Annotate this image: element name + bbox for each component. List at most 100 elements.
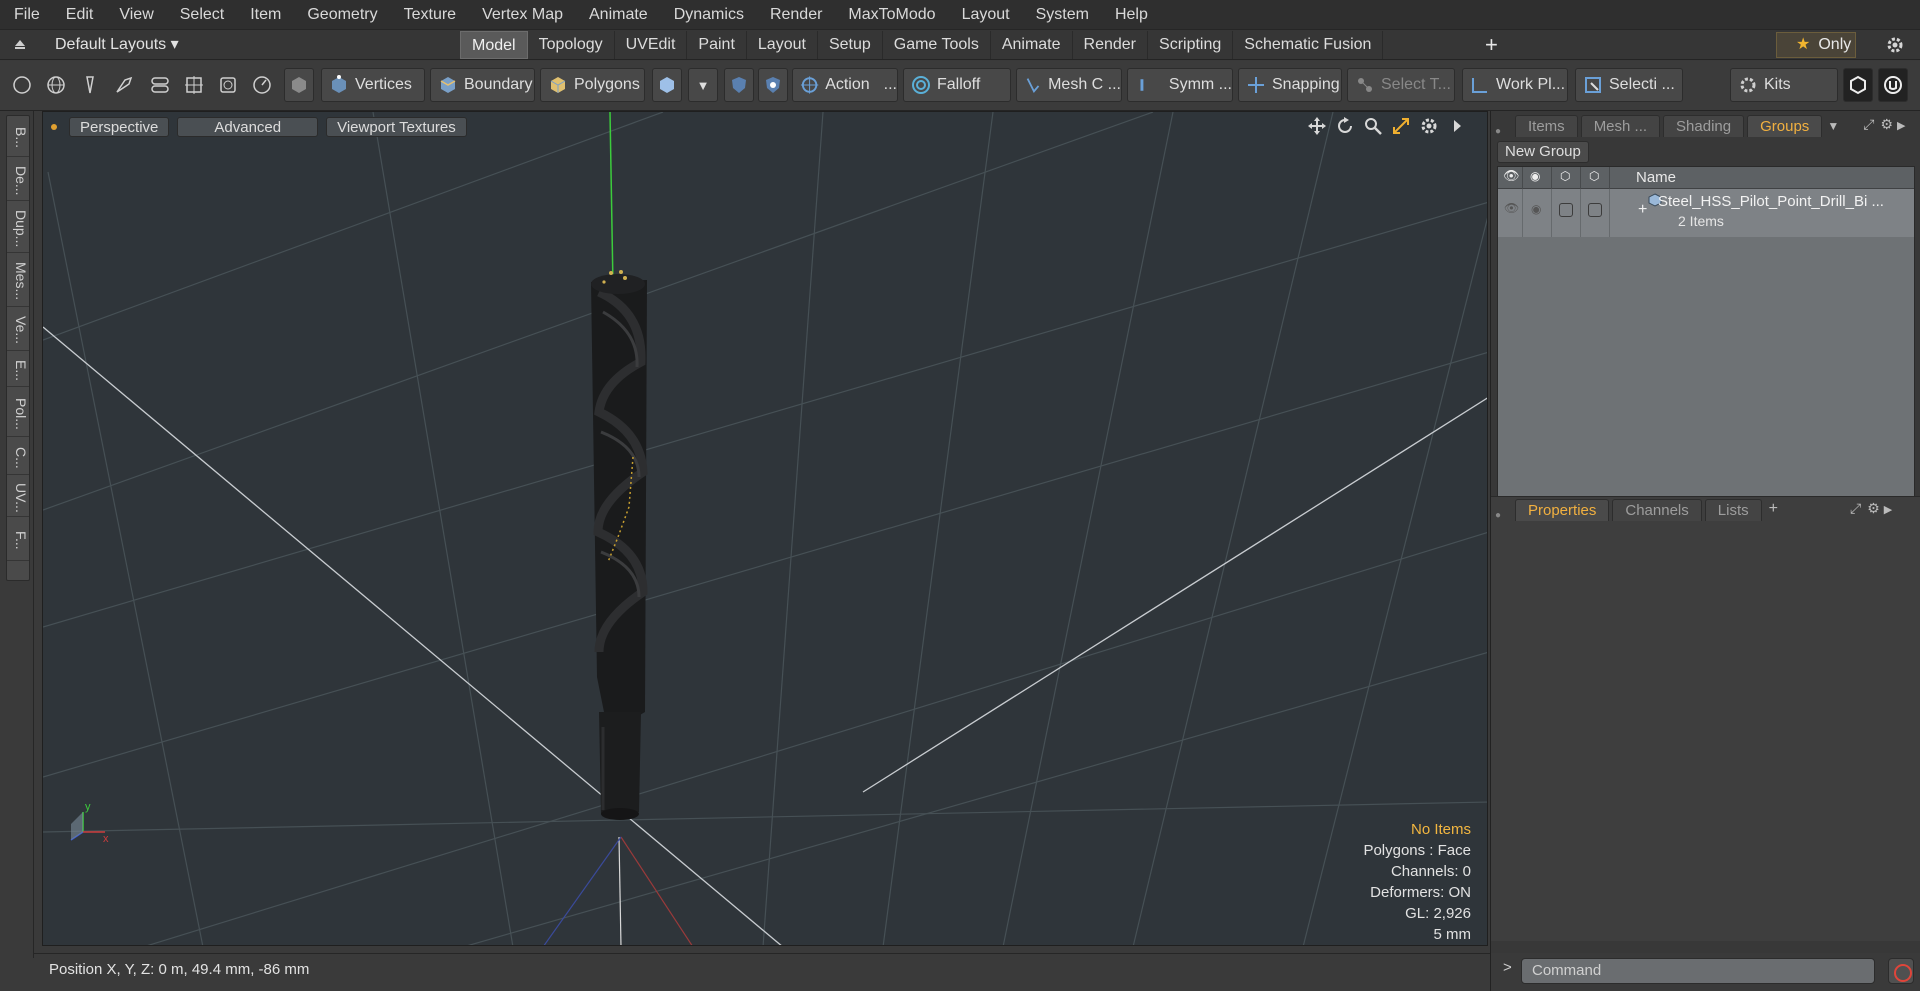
tab-setup[interactable]: Setup <box>818 31 883 59</box>
tab-schematic-fusion[interactable]: Schematic Fusion <box>1233 31 1384 59</box>
props-arrow-icon[interactable]: ▶ <box>1884 503 1892 516</box>
sphere-button[interactable] <box>42 68 70 102</box>
render-icon[interactable]: ◉ <box>1530 169 1540 183</box>
zoom-view-icon[interactable] <box>1363 116 1383 136</box>
menu-render[interactable]: Render <box>756 0 834 30</box>
rotate-view-icon[interactable] <box>1335 116 1355 136</box>
grid-button[interactable] <box>180 68 208 102</box>
maximize-view-icon[interactable] <box>1391 116 1411 136</box>
clock-button[interactable] <box>248 68 276 102</box>
row-lock-checkbox[interactable] <box>1559 203 1573 217</box>
default-layouts-dropdown[interactable]: Default Layouts ▾ <box>55 30 179 60</box>
tab-uvedit[interactable]: UVEdit <box>615 31 688 59</box>
tabs-dropdown-icon[interactable]: ▼ <box>1827 119 1839 133</box>
menu-system[interactable]: System <box>1022 0 1101 30</box>
lock-icon[interactable]: ⬡ <box>1560 169 1570 183</box>
workplane-button[interactable]: Work Pl... <box>1462 68 1568 102</box>
props-gear-icon[interactable]: ⚙ <box>1867 500 1880 517</box>
viewport-gear-icon[interactable] <box>1419 116 1439 136</box>
expand-icon[interactable]: ⤢ <box>1863 116 1874 133</box>
left-tab-deform[interactable]: De... <box>7 161 29 201</box>
new-group-button[interactable]: New Group <box>1497 141 1589 163</box>
3d-viewport[interactable]: y x Perspective Advanced Viewport Textur… <box>42 111 1488 946</box>
visibility-eye-icon[interactable]: 👁 <box>1503 168 1520 184</box>
selection-sets-button[interactable]: Selecti ... <box>1575 68 1683 102</box>
row-eye-icon[interactable]: 👁 <box>1504 201 1519 215</box>
symmetry-button[interactable]: Symm ... <box>1127 68 1233 102</box>
viewport-textures-button[interactable]: Viewport Textures <box>326 117 467 137</box>
left-tab-edge[interactable]: E... <box>7 355 29 387</box>
left-tab-curve[interactable]: C... <box>7 441 29 475</box>
drill-bit-model[interactable] <box>591 270 648 820</box>
items-mode-button[interactable] <box>284 68 314 102</box>
frame-button[interactable] <box>214 68 242 102</box>
tab-mesh[interactable]: Mesh ... <box>1580 115 1661 137</box>
brush-button[interactable] <box>110 68 138 102</box>
add-tab-plus-icon[interactable]: + <box>1769 500 1778 518</box>
action-center-button[interactable]: Action... <box>792 68 898 102</box>
kits-button[interactable]: Kits <box>1730 68 1838 102</box>
menu-geometry[interactable]: Geometry <box>293 0 389 30</box>
select-circle-button[interactable] <box>8 68 36 102</box>
left-tab-fusion[interactable]: F... <box>7 521 29 561</box>
tab-channels[interactable]: Channels <box>1612 499 1702 521</box>
menu-maxtomodo[interactable]: MaxToModo <box>834 0 947 30</box>
command-input[interactable]: Command <box>1521 958 1875 984</box>
tab-topology[interactable]: Topology <box>528 31 615 59</box>
expand-plus-icon[interactable]: + <box>1638 201 1647 219</box>
collapse-up-icon[interactable] <box>12 36 28 52</box>
move-view-icon[interactable] <box>1307 116 1327 136</box>
panel-arrow-icon[interactable]: ▶ <box>1897 119 1905 132</box>
group-row[interactable]: 👁 ◉ + Steel_HSS_Pilot_Point_Drill_Bi ...… <box>1498 189 1914 237</box>
tab-properties[interactable]: Properties <box>1515 499 1610 521</box>
row-render-icon[interactable]: ◉ <box>1531 202 1541 216</box>
unreal-button[interactable] <box>1878 68 1908 102</box>
pen-button[interactable] <box>76 68 104 102</box>
select-icon[interactable]: ⬡ <box>1589 169 1599 183</box>
shield-select-button[interactable] <box>758 68 788 102</box>
menu-file[interactable]: File <box>0 0 52 30</box>
polygons-button[interactable]: Polygons <box>540 68 645 102</box>
menu-edit[interactable]: Edit <box>52 0 106 30</box>
tab-game-tools[interactable]: Game Tools <box>883 31 991 59</box>
mesh-constraints-button[interactable]: Mesh C ... <box>1016 68 1122 102</box>
tab-lists[interactable]: Lists <box>1704 499 1762 521</box>
only-toggle[interactable]: ★ Only <box>1776 32 1856 58</box>
menu-view[interactable]: View <box>105 0 165 30</box>
left-tab-vertex[interactable]: Ve... <box>7 311 29 351</box>
tab-scripting[interactable]: Scripting <box>1148 31 1234 59</box>
viewport-menu-dot-icon[interactable] <box>51 124 57 130</box>
tab-paint[interactable]: Paint <box>687 31 747 59</box>
play-arrow-icon[interactable] <box>1447 116 1467 136</box>
mode-dropdown[interactable]: ▼ <box>688 68 718 102</box>
record-macro-button[interactable] <box>1888 958 1914 984</box>
name-column-header[interactable]: Name <box>1636 169 1676 186</box>
left-tab-uv[interactable]: UV... <box>7 479 29 517</box>
row-select-checkbox[interactable] <box>1588 203 1602 217</box>
menu-item[interactable]: Item <box>236 0 293 30</box>
menu-help[interactable]: Help <box>1101 0 1160 30</box>
snapping-button[interactable]: Snapping <box>1238 68 1342 102</box>
menu-dynamics[interactable]: Dynamics <box>660 0 756 30</box>
select-through-button[interactable]: Select T... <box>1347 68 1455 102</box>
tab-shading[interactable]: Shading <box>1663 115 1745 137</box>
panel-gear-icon[interactable]: ⚙ <box>1880 116 1893 133</box>
menu-vertex-map[interactable]: Vertex Map <box>468 0 575 30</box>
menu-layout[interactable]: Layout <box>948 0 1022 30</box>
tab-render[interactable]: Render <box>1073 31 1149 59</box>
vertices-button[interactable]: Vertices <box>321 68 425 102</box>
panel-dot-icon[interactable]: ● <box>1491 126 1507 137</box>
tab-layout[interactable]: Layout <box>747 31 818 59</box>
perspective-button[interactable]: Perspective <box>69 117 170 137</box>
loop-button[interactable] <box>146 68 174 102</box>
boundary-button[interactable]: Boundary <box>430 68 535 102</box>
left-tab-polygon[interactable]: Pol... <box>7 391 29 437</box>
left-tab-duplicate[interactable]: Dup... <box>7 205 29 253</box>
menu-texture[interactable]: Texture <box>390 0 468 30</box>
falloff-button[interactable]: Falloff <box>903 68 1011 102</box>
menu-animate[interactable]: Animate <box>575 0 660 30</box>
material-mode-button[interactable] <box>652 68 682 102</box>
unity-button[interactable] <box>1843 68 1873 102</box>
advanced-button[interactable]: Advanced <box>177 117 319 137</box>
add-tab-icon[interactable]: + <box>1485 32 1498 58</box>
